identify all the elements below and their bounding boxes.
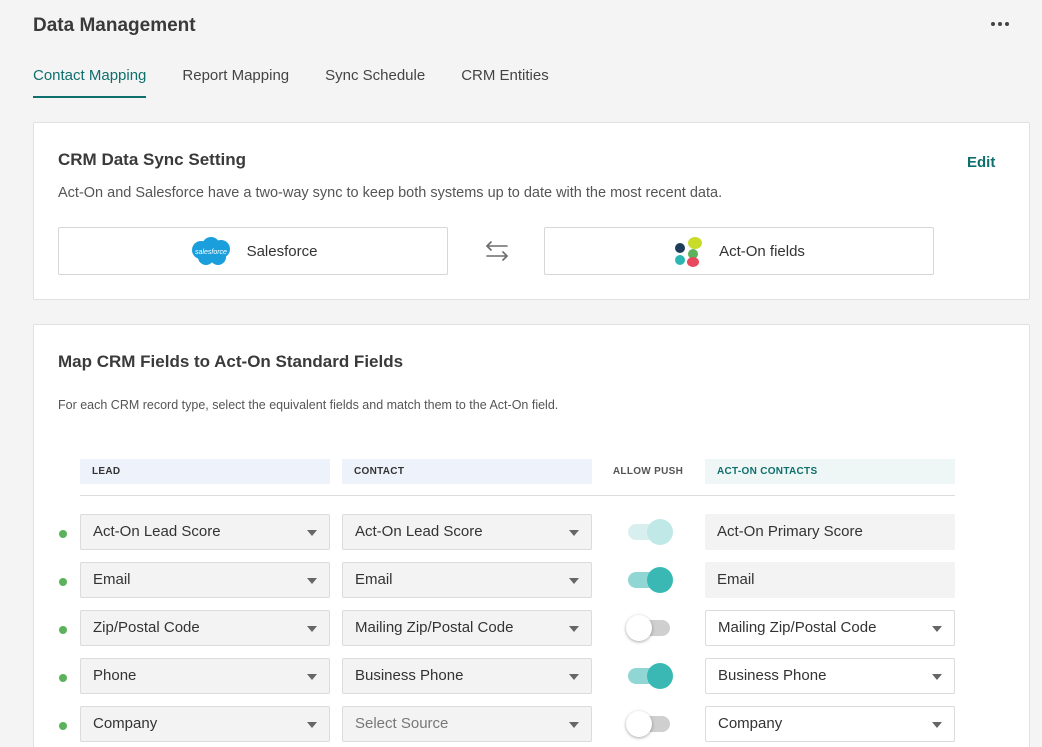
acton-field-value: Company bbox=[718, 715, 783, 732]
caret-down-icon bbox=[569, 530, 579, 536]
tab-contact-mapping[interactable]: Contact Mapping bbox=[33, 66, 147, 98]
acton-fields-label: Act-On fields bbox=[719, 242, 805, 260]
sync-card-description: Act-On and Salesforce have a two-way syn… bbox=[58, 185, 723, 201]
contact-field-placeholder: Select Source bbox=[355, 715, 449, 732]
acton-field-select[interactable]: Business Phone bbox=[705, 658, 955, 694]
caret-down-icon bbox=[569, 578, 579, 584]
acton-field-value: Mailing Zip/Postal Code bbox=[718, 619, 877, 636]
acton-field-value: Business Phone bbox=[718, 667, 827, 684]
tab-sync-schedule[interactable]: Sync Schedule bbox=[325, 66, 425, 98]
caret-down-icon bbox=[307, 626, 317, 632]
header-divider bbox=[80, 495, 955, 496]
map-crm-fields-card: Map CRM Fields to Act-On Standard Fields… bbox=[33, 324, 1030, 747]
contact-field-select[interactable]: Select Source bbox=[342, 706, 592, 742]
lead-field-select[interactable]: Email bbox=[80, 562, 330, 598]
salesforce-logo-icon: salesforce bbox=[191, 236, 230, 265]
column-header-lead: LEAD bbox=[80, 459, 330, 484]
contact-field-value: Mailing Zip/Postal Code bbox=[355, 619, 514, 636]
lead-field-select[interactable]: Company bbox=[80, 706, 330, 742]
acton-field-readonly: Email bbox=[705, 562, 955, 598]
column-header-contact: CONTACT bbox=[342, 459, 592, 484]
more-horizontal-icon bbox=[991, 22, 995, 26]
acton-field-readonly: Act-On Primary Score bbox=[705, 514, 955, 550]
caret-down-icon bbox=[307, 674, 317, 680]
salesforce-system-box: salesforce Salesforce bbox=[58, 227, 448, 275]
allow-push-toggle[interactable] bbox=[628, 565, 673, 595]
lead-field-value: Email bbox=[93, 571, 131, 588]
status-dot bbox=[59, 674, 67, 682]
act-on-logo-icon bbox=[675, 237, 703, 267]
contact-field-select[interactable]: Business Phone bbox=[342, 658, 592, 694]
salesforce-label: Salesforce bbox=[246, 242, 318, 260]
lead-field-value: Company bbox=[93, 715, 158, 732]
contact-field-select[interactable]: Mailing Zip/Postal Code bbox=[342, 610, 592, 646]
tab-crm-entities[interactable]: CRM Entities bbox=[461, 66, 549, 98]
acton-field-select[interactable]: Company bbox=[705, 706, 955, 742]
caret-down-icon bbox=[932, 626, 942, 632]
more-options-button[interactable] bbox=[988, 14, 1012, 34]
column-header-acton-contacts: ACT-ON CONTACTS bbox=[705, 459, 955, 484]
crm-sync-setting-card: CRM Data Sync Setting Edit Act-On and Sa… bbox=[33, 122, 1030, 300]
acton-fields-system-box: Act-On fields bbox=[544, 227, 934, 275]
edit-button[interactable]: Edit bbox=[967, 154, 995, 171]
lead-field-select[interactable]: Zip/Postal Code bbox=[80, 610, 330, 646]
lead-field-value: Act-On Lead Score bbox=[93, 523, 221, 540]
contact-field-select[interactable]: Act-On Lead Score bbox=[342, 514, 592, 550]
allow-push-toggle[interactable] bbox=[626, 613, 672, 643]
caret-down-icon bbox=[569, 626, 579, 632]
contact-field-select[interactable]: Email bbox=[342, 562, 592, 598]
lead-field-select[interactable]: Phone bbox=[80, 658, 330, 694]
caret-down-icon bbox=[307, 578, 317, 584]
caret-down-icon bbox=[932, 722, 942, 728]
status-dot bbox=[59, 722, 67, 730]
map-card-description: For each CRM record type, select the equ… bbox=[58, 398, 559, 412]
allow-push-toggle[interactable] bbox=[628, 517, 673, 547]
status-dot bbox=[59, 578, 67, 586]
map-card-title: Map CRM Fields to Act-On Standard Fields bbox=[58, 352, 404, 371]
lead-field-select[interactable]: Act-On Lead Score bbox=[80, 514, 330, 550]
contact-field-value: Business Phone bbox=[355, 667, 464, 684]
salesforce-logo-text: salesforce bbox=[195, 249, 227, 256]
tab-bar: Contact Mapping Report Mapping Sync Sche… bbox=[33, 66, 585, 98]
tab-report-mapping[interactable]: Report Mapping bbox=[182, 66, 289, 98]
contact-field-value: Act-On Lead Score bbox=[355, 523, 483, 540]
caret-down-icon bbox=[569, 722, 579, 728]
contact-field-value: Email bbox=[355, 571, 393, 588]
page-title: Data Management bbox=[33, 15, 196, 36]
status-dot bbox=[59, 530, 67, 538]
allow-push-toggle[interactable] bbox=[628, 661, 673, 691]
caret-down-icon bbox=[569, 674, 579, 680]
caret-down-icon bbox=[307, 722, 317, 728]
acton-field-select[interactable]: Mailing Zip/Postal Code bbox=[705, 610, 955, 646]
lead-field-value: Phone bbox=[93, 667, 137, 684]
column-header-allow-push: ALLOW PUSH bbox=[612, 466, 684, 477]
sync-card-title: CRM Data Sync Setting bbox=[58, 150, 246, 169]
caret-down-icon bbox=[932, 674, 942, 680]
caret-down-icon bbox=[307, 530, 317, 536]
status-dot bbox=[59, 626, 67, 634]
two-way-sync-arrows-icon bbox=[486, 241, 508, 261]
lead-field-value: Zip/Postal Code bbox=[93, 619, 200, 636]
allow-push-toggle[interactable] bbox=[626, 709, 672, 739]
